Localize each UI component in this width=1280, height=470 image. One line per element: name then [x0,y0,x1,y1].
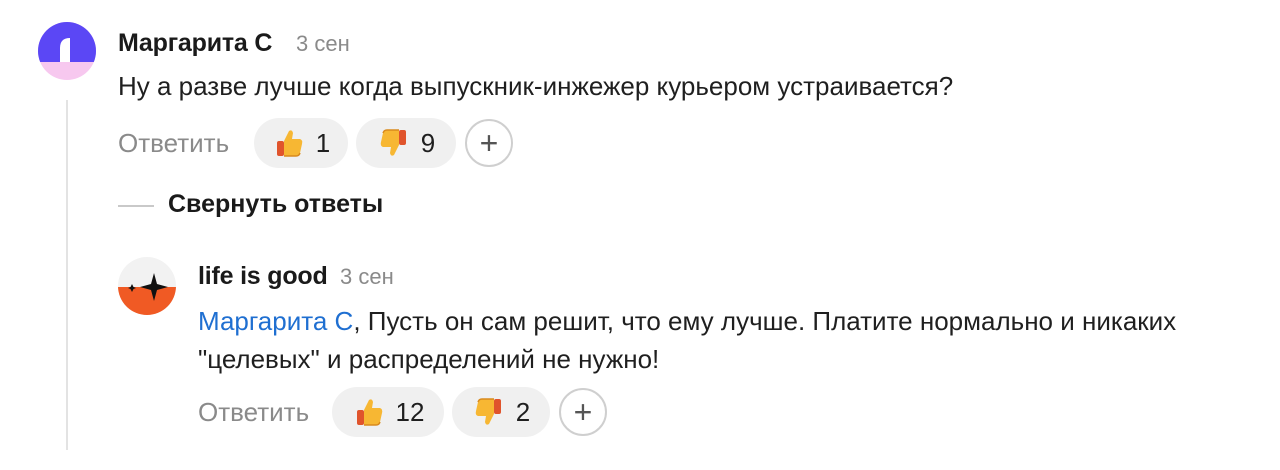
add-reaction-button[interactable]: + [559,388,607,436]
avatar[interactable] [38,22,96,80]
dislike-count: 9 [420,127,436,158]
avatar[interactable] [118,257,176,315]
comment-text-line2: "целевых" и распределений не нужно! [198,344,660,374]
like-reaction-button[interactable]: 1 [254,118,348,168]
comment-time: 3 сен [340,264,394,289]
like-reaction-button[interactable]: 12 [332,387,444,437]
reply-button[interactable]: Ответить [198,397,309,428]
comment-text: Ну а разве лучше когда выпускник-инжежер… [118,71,954,101]
comment-text: Маргарита С, Пусть он сам решит, что ему… [198,302,1268,378]
collapse-replies-button[interactable]: Свернуть ответы [168,190,383,219]
comment-time: 3 сен [296,31,350,56]
like-count: 1 [315,127,331,158]
thumbs-up-icon [272,126,306,160]
add-reaction-button[interactable]: + [465,119,513,167]
comment-text-line1: , Пусть он сам решит, что ему лучше. Пла… [353,306,1177,336]
collapse-divider [118,205,154,207]
dislike-reaction-button[interactable]: 9 [356,118,456,168]
comment-author[interactable]: Маргарита С [118,29,272,58]
dislike-reaction-button[interactable]: 2 [452,387,550,437]
dislike-count: 2 [515,396,531,427]
mention-link[interactable]: Маргарита С [198,306,353,336]
reply-button[interactable]: Ответить [118,128,229,159]
plus-icon: + [479,125,499,161]
thumbs-down-icon [472,395,506,429]
like-count: 12 [395,396,425,427]
plus-icon: + [573,394,593,430]
comment-author[interactable]: life is good [198,262,328,291]
thumbs-down-icon [377,126,411,160]
thread-line [66,100,68,450]
thumbs-up-icon [352,395,386,429]
